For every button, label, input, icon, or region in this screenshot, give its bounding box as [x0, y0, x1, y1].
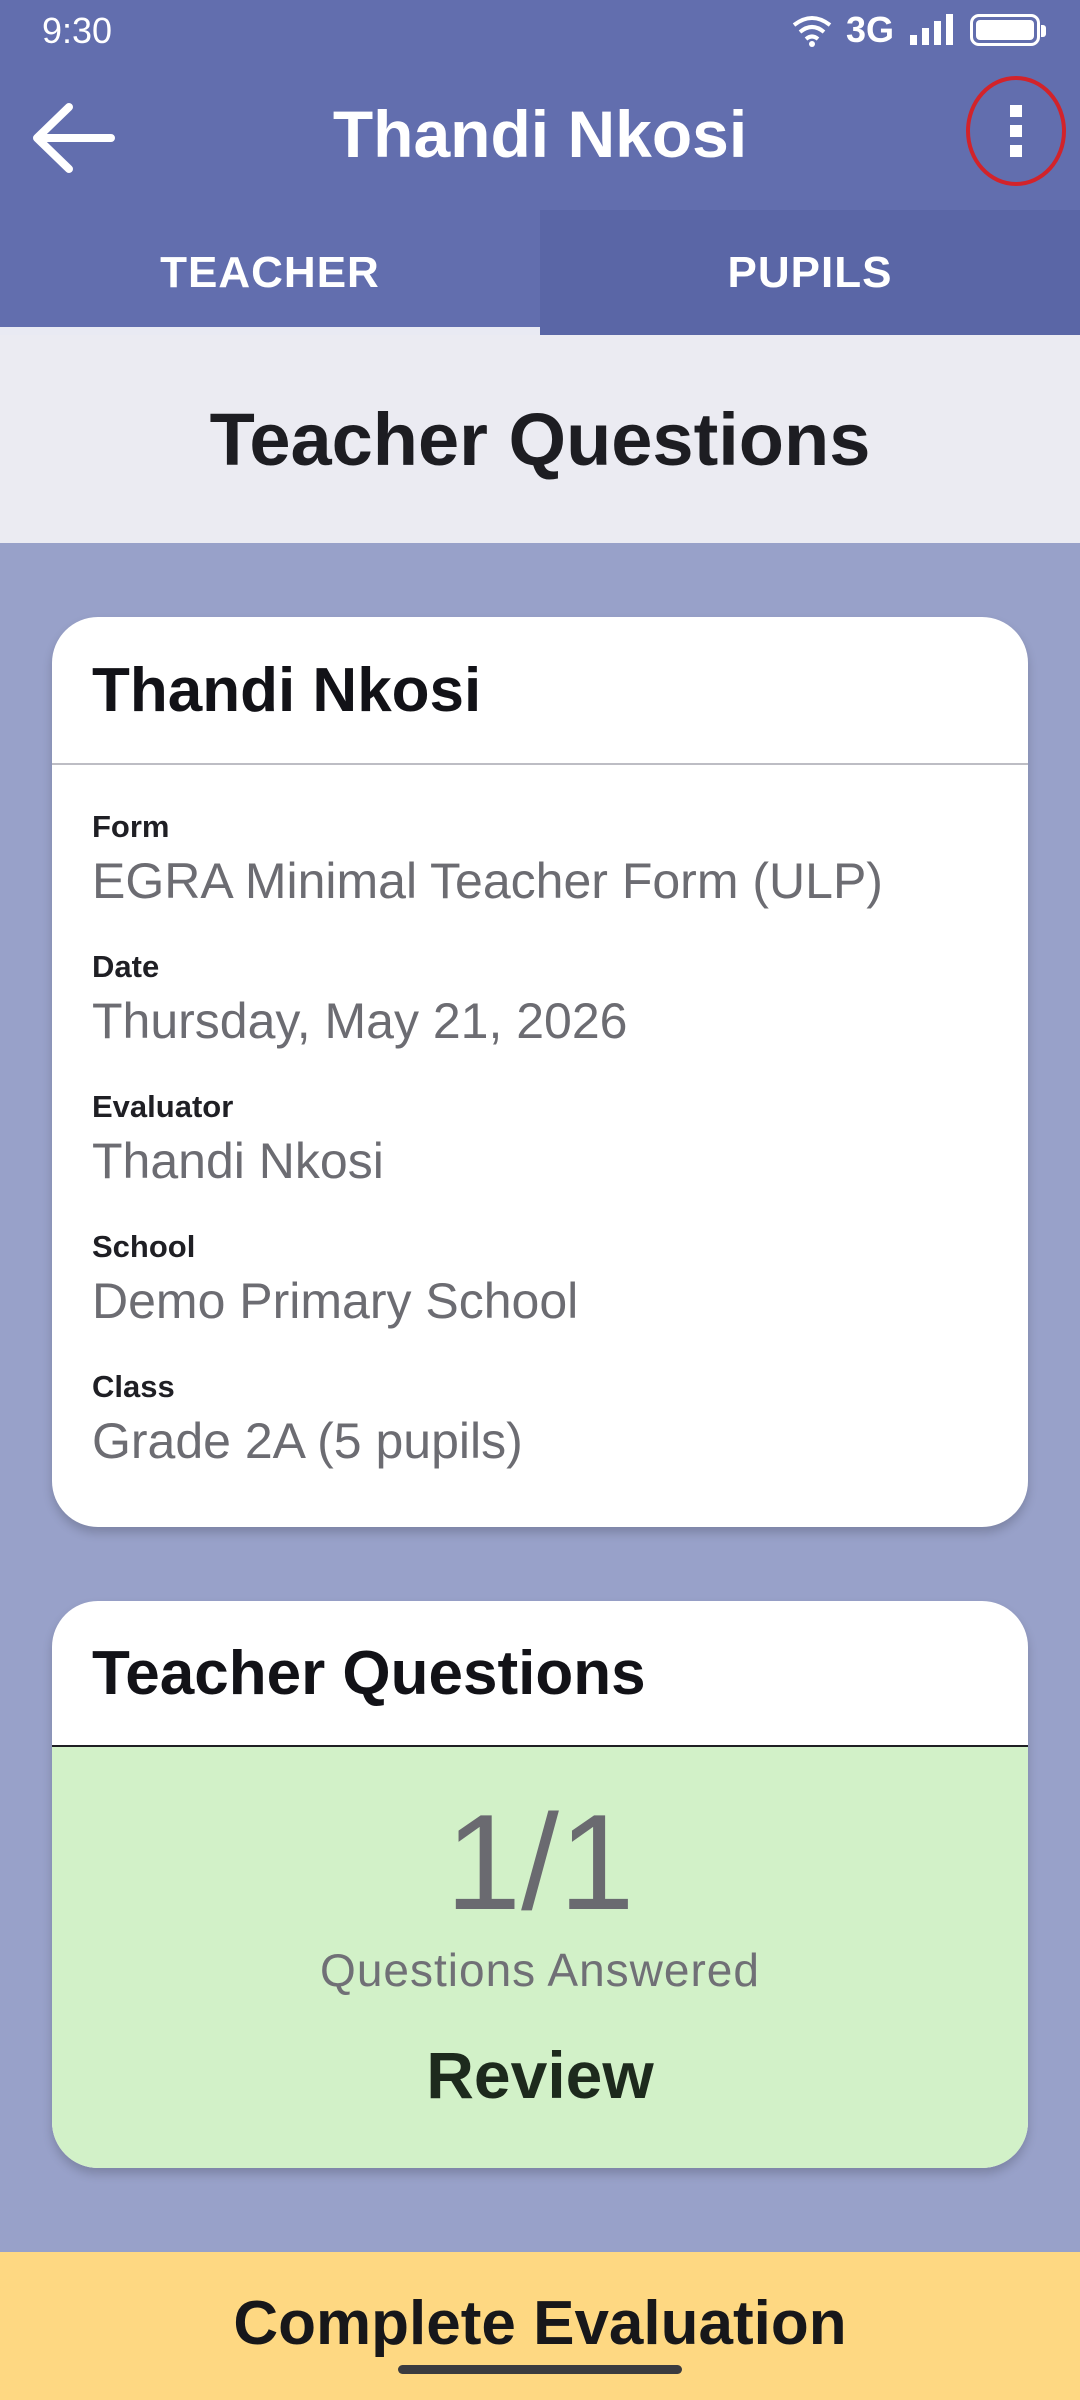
field-value: Thursday, May 21, 2026 [92, 993, 628, 1049]
info-card-body: Form EGRA Minimal Teacher Form (ULP) Dat… [52, 765, 1028, 1475]
status-time: 9:30 [42, 10, 113, 51]
battery-icon [970, 14, 1046, 46]
field-school: School Demo Primary School [92, 1229, 988, 1335]
field-value: EGRA Minimal Teacher Form (ULP) [92, 853, 883, 909]
tab-pupils[interactable]: PUPILS [540, 210, 1080, 335]
field-label: Evaluator [92, 1089, 234, 1124]
field-label: School [92, 1229, 196, 1264]
field-label: Date [92, 949, 160, 984]
tab-teacher[interactable]: TEACHER [0, 210, 540, 335]
network-type: 3G [845, 9, 894, 50]
field-form: Form EGRA Minimal Teacher Form (ULP) [92, 809, 988, 915]
app-title: Thandi Nkosi [332, 97, 748, 171]
field-label: Form [92, 809, 170, 844]
evaluation-info-card: Thandi Nkosi Form EGRA Minimal Teacher F… [52, 617, 1028, 1527]
field-evaluator: Evaluator Thandi Nkosi [92, 1089, 988, 1195]
field-date: Date Thursday, May 21, 2026 [92, 949, 988, 1055]
field-class: Class Grade 2A (5 pupils) [92, 1369, 988, 1475]
questions-answered-count: 1/1 [445, 1786, 635, 1938]
app-screen: 9:30 3G Thandi Nkosi TEACHER PUPILS Teac… [0, 0, 1080, 2400]
section-title: Teacher Questions [0, 335, 1080, 543]
questions-card-title: Teacher Questions [52, 1601, 1028, 1747]
complete-evaluation-button[interactable]: Complete Evaluation [0, 2252, 1080, 2400]
field-value: Grade 2A (5 pupils) [92, 1413, 523, 1469]
more-vertical-icon [1010, 105, 1022, 157]
questions-answered-caption: Questions Answered [320, 1944, 760, 1996]
status-icons: 3G [792, 9, 1046, 50]
app-bar-row: Thandi Nkosi [0, 60, 1080, 210]
info-card-title: Thandi Nkosi [52, 617, 1028, 765]
top-app-bar: 9:30 3G Thandi Nkosi TEACHER PUPILS [0, 0, 1080, 335]
teacher-questions-card[interactable]: Teacher Questions 1/1 Questions Answered… [52, 1601, 1028, 2168]
wifi-icon [792, 16, 832, 47]
questions-status-panel[interactable]: 1/1 Questions Answered Review [52, 1747, 1028, 2168]
field-value: Demo Primary School [92, 1273, 579, 1329]
signal-icon [910, 14, 953, 45]
overflow-menu-button[interactable] [966, 76, 1066, 186]
review-button[interactable]: Review [426, 2037, 653, 2113]
field-label: Class [92, 1369, 175, 1404]
tab-bar: TEACHER PUPILS [0, 210, 1080, 335]
status-bar: 9:30 3G [0, 0, 1080, 60]
field-value: Thandi Nkosi [92, 1133, 384, 1189]
home-indicator[interactable] [398, 2365, 682, 2374]
